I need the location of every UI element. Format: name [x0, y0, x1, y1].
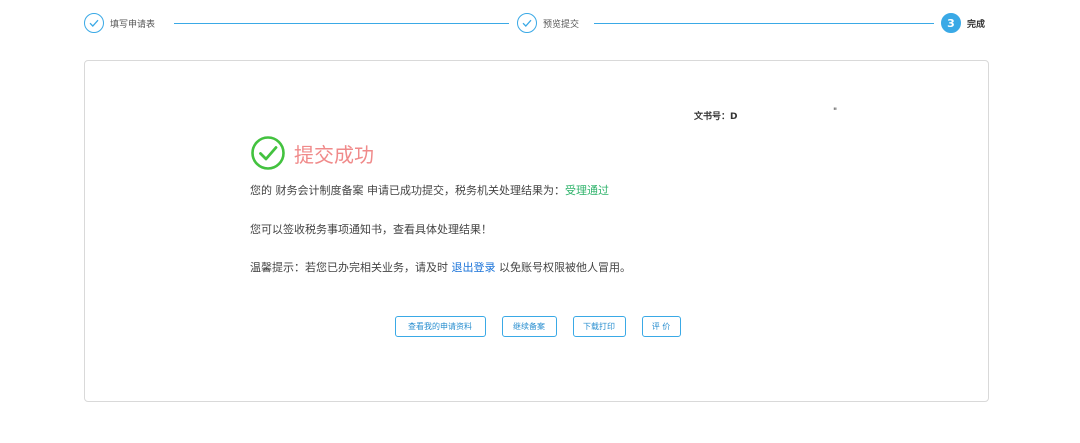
result-line: 您的 财务会计制度备案 申请已成功提交，税务机关处理结果为：受理通过: [250, 182, 609, 198]
check-icon: [517, 13, 537, 33]
step-connector: [174, 23, 509, 24]
step-label: 预览提交: [543, 19, 580, 30]
download-print-button[interactable]: 下载打印: [572, 316, 626, 337]
check-icon: [84, 13, 104, 33]
continue-filing-button[interactable]: 继续备案: [501, 316, 557, 337]
action-buttons: 查看我的申请资料 继续备案 下载打印 评 价: [85, 316, 990, 337]
notice-line: 您可以签收税务事项通知书，查看具体处理结果！: [250, 223, 492, 236]
step-fill-form: 填写申请表: [84, 12, 155, 34]
success-header: 提交成功: [250, 135, 374, 171]
success-check-icon: [251, 136, 285, 170]
step-label: 完成: [967, 19, 986, 30]
result-status: 受理通过: [565, 184, 609, 197]
document-number: 文书号：D: [694, 112, 738, 122]
success-title: 提交成功: [294, 142, 374, 167]
document-number-mark: ": [833, 107, 838, 117]
result-text: 您的 财务会计制度备案 申请已成功提交，税务机关处理结果为：: [250, 184, 565, 197]
step-label: 填写申请表: [110, 19, 156, 30]
view-application-button[interactable]: 查看我的申请资料: [394, 316, 486, 337]
result-card: 文书号：D " 提交成功 您的 财务会计制度备案 申请已成功提交，税务机关处理结…: [84, 60, 989, 402]
step-connector: [594, 23, 934, 24]
step-complete: 3 完成: [941, 12, 985, 34]
step-preview-submit: 预览提交: [517, 12, 579, 34]
tip-line: 温馨提示：若您已办完相关业务，请及时 退出登录 以免账号权限被他人冒用。: [250, 259, 631, 275]
rate-button[interactable]: 评 价: [641, 316, 681, 337]
tip-prefix: 温馨提示：若您已办完相关业务，请及时: [250, 261, 452, 274]
logout-link[interactable]: 退出登录: [452, 261, 496, 274]
tip-suffix: 以免账号权限被他人冒用。: [495, 261, 631, 274]
progress-stepper: 填写申请表 预览提交 3 完成: [84, 12, 989, 34]
step-number-badge: 3: [941, 13, 961, 33]
